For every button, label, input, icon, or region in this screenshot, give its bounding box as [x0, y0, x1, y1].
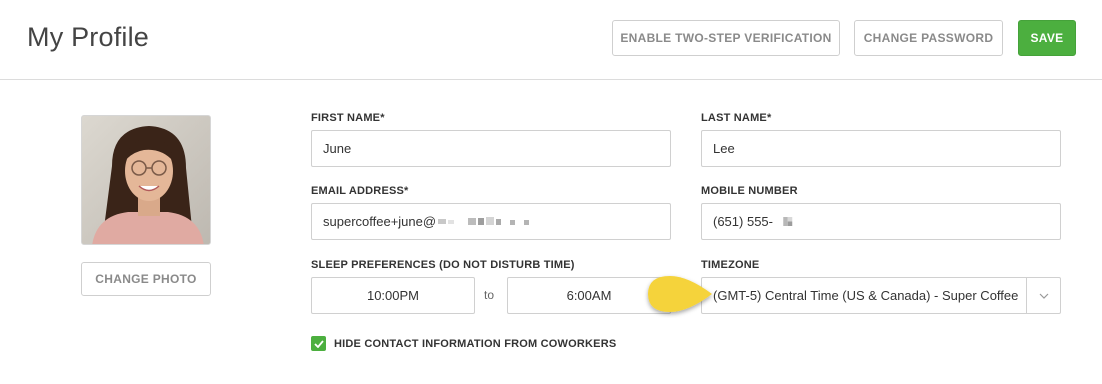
hide-contact-label: HIDE CONTACT INFORMATION FROM COWORKERS — [334, 338, 617, 350]
email-field[interactable]: supercoffee+june@ — [311, 203, 671, 240]
sleep-end-value: 6:00AM — [566, 288, 612, 303]
first-name-value: June — [323, 141, 352, 156]
sleep-range-separator: to — [484, 288, 495, 302]
mobile-number-value: (651) 555- — [713, 214, 773, 229]
sleep-start-field[interactable]: 10:00PM — [311, 277, 475, 314]
redacted-text — [783, 217, 793, 226]
last-name-value: Lee — [713, 141, 735, 156]
save-button[interactable]: SAVE — [1018, 20, 1076, 56]
email-label: EMAIL ADDRESS* — [311, 185, 409, 197]
last-name-field[interactable]: Lee — [701, 130, 1061, 167]
chevron-down-icon[interactable] — [1026, 277, 1061, 314]
profile-photo — [81, 115, 211, 245]
mobile-number-field[interactable]: (651) 555- — [701, 203, 1061, 240]
email-value: supercoffee+june@ — [323, 214, 437, 229]
last-name-label: LAST NAME* — [701, 112, 772, 124]
timezone-select[interactable]: (GMT-5) Central Time (US & Canada) - Sup… — [701, 277, 1061, 314]
first-name-field[interactable]: June — [311, 130, 671, 167]
change-password-button[interactable]: CHANGE PASSWORD — [854, 20, 1003, 56]
timezone-value: (GMT-5) Central Time (US & Canada) - Sup… — [713, 288, 1019, 303]
sleep-start-value: 10:00PM — [366, 288, 420, 303]
redacted-text — [438, 217, 530, 225]
sleep-preferences-label: SLEEP PREFERENCES (DO NOT DISTURB TIME) — [311, 259, 575, 271]
hide-contact-checkbox[interactable] — [311, 336, 326, 351]
profile-photo-image — [82, 116, 210, 244]
mobile-number-label: MOBILE NUMBER — [701, 185, 798, 197]
page-title: My Profile — [27, 22, 150, 52]
checkmark-icon — [313, 339, 324, 348]
first-name-label: FIRST NAME* — [311, 112, 385, 124]
enable-two-step-verification-button[interactable]: ENABLE TWO-STEP VERIFICATION — [612, 20, 840, 56]
page-header: My Profile ENABLE TWO-STEP VERIFICATION … — [0, 0, 1102, 80]
pointer-arrow-icon — [648, 276, 712, 312]
change-photo-button[interactable]: CHANGE PHOTO — [81, 262, 211, 296]
